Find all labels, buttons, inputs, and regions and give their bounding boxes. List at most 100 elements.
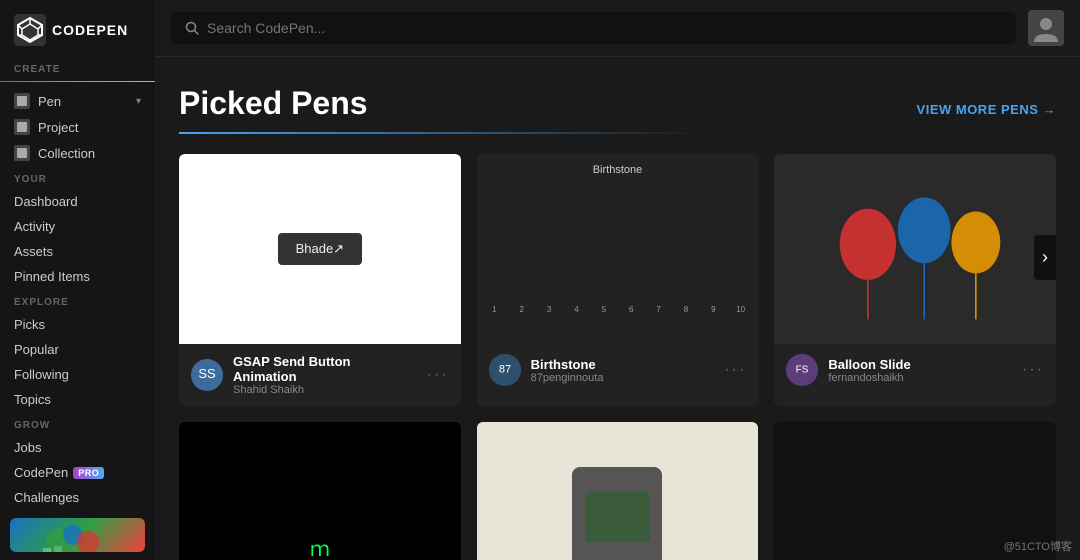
svg-text:87: 87	[499, 364, 511, 376]
pen-preview-balloon	[774, 154, 1056, 344]
pen-title-gsap: GSAP Send Button Animation	[233, 354, 417, 384]
chart-bar-item: 2	[510, 303, 533, 314]
gsap-btn-label: Bhade↗	[296, 241, 344, 256]
sidebar-promo-banner[interactable]	[10, 518, 145, 552]
sidebar-item-collection[interactable]: Collection	[0, 140, 155, 166]
sidebar-item-jobs[interactable]: Jobs	[0, 435, 155, 460]
chart-bars: 1 2 3 4 5 6 7 8 9 10	[483, 184, 753, 314]
sidebar-item-project[interactable]: Project	[0, 114, 155, 140]
create-section-label: CREATE	[0, 56, 155, 79]
pens-grid-row2: ｍ CD Matrix coder ···	[179, 422, 1056, 560]
pen-card-tv[interactable]: DG Retro TV designer ···	[477, 422, 759, 560]
your-section-label: YOUR	[0, 166, 155, 189]
sidebar-item-dashboard[interactable]: Dashboard	[0, 189, 155, 214]
search-bar[interactable]	[171, 12, 1016, 44]
sidebar-item-following[interactable]: Following	[0, 362, 155, 387]
pen-meta-balloon: Balloon Slide fernandoshaikh	[828, 357, 1012, 384]
sidebar-item-assets[interactable]: Assets	[0, 239, 155, 264]
chart-bar-label: 4	[574, 305, 578, 314]
pen-avatar-gsap: SS	[191, 359, 223, 391]
search-input[interactable]	[207, 20, 1002, 36]
page-body: Picked Pens VIEW MORE PENS → Bhade↗ SS	[155, 57, 1080, 560]
sidebar-item-challenges-label: Challenges	[14, 490, 79, 505]
pen-more-button-gsap[interactable]: ···	[427, 366, 449, 384]
pen-more-button-balloon[interactable]: ···	[1022, 361, 1044, 379]
main-content: Picked Pens VIEW MORE PENS → Bhade↗ SS	[155, 0, 1080, 560]
chart-bar-label: 9	[711, 305, 715, 314]
pen-more-button-birthstone[interactable]: ···	[724, 361, 746, 379]
tv-body	[572, 467, 662, 560]
pen-preview-gsap: Bhade↗	[179, 154, 461, 344]
sidebar-item-project-label: Project	[38, 120, 78, 135]
grow-section-label: GROW	[0, 412, 155, 435]
pen-card-empty	[774, 422, 1056, 560]
next-arrow-button[interactable]: ›	[1034, 235, 1056, 280]
sidebar-item-topics[interactable]: Topics	[0, 387, 155, 412]
pen-meta-birthstone: Birthstone 87penginnouta	[531, 357, 715, 384]
sidebar-item-picks[interactable]: Picks	[0, 312, 155, 337]
pen-card-matrix[interactable]: ｍ CD Matrix coder ···	[179, 422, 461, 560]
view-more-link[interactable]: VIEW MORE PENS →	[917, 102, 1056, 117]
sidebar-item-pinned[interactable]: Pinned Items	[0, 264, 155, 289]
pen-info-birthstone: 87 Birthstone 87penginnouta ···	[477, 344, 759, 396]
pen-icon	[14, 93, 30, 109]
section-header: Picked Pens VIEW MORE PENS →	[179, 85, 1056, 122]
chart-bar-item: 6	[620, 303, 643, 314]
user-avatar[interactable]	[1028, 10, 1064, 46]
chart-title: Birthstone	[593, 164, 643, 176]
sidebar-item-collection-label: Collection	[38, 146, 95, 161]
chart-bar-label: 10	[736, 305, 745, 314]
pen-avatar-birthstone: 87	[489, 354, 521, 386]
pen-chevron-icon: ▾	[136, 96, 141, 107]
pen-card-balloon[interactable]: FS Balloon Slide fernandoshaikh ··· ›	[774, 154, 1056, 406]
chart-bar-label: 6	[629, 305, 633, 314]
svg-text:FS: FS	[796, 365, 809, 376]
pen-preview-matrix: ｍ	[179, 422, 461, 560]
pro-badge: PRO	[73, 467, 104, 479]
chart-bar-label: 2	[519, 305, 523, 314]
sidebar-item-activity-label: Activity	[14, 219, 55, 234]
pen-card-birthstone[interactable]: Birthstone 1 2 3 4 5 6 7 8 9 10 87 Birthstone 87p…	[477, 154, 759, 406]
chart-bar-item: 5	[592, 303, 615, 314]
pen-title-birthstone: Birthstone	[531, 357, 715, 372]
pen-info-gsap: SS GSAP Send Button Animation Shahid Sha…	[179, 344, 461, 406]
pen-card-gsap[interactable]: Bhade↗ SS GSAP Send Button Animation Sha…	[179, 154, 461, 406]
chart-bar-label: 1	[492, 305, 496, 314]
create-divider	[0, 81, 155, 82]
logo-area[interactable]: CODEPEN	[0, 0, 155, 56]
pen-author-gsap: Shahid Shaikh	[233, 384, 417, 396]
gsap-preview-content: Bhade↗	[179, 154, 461, 344]
chart-bar-label: 7	[656, 305, 660, 314]
logo-text: CODEPEN	[52, 22, 128, 38]
chart-bar-label: 3	[547, 305, 551, 314]
pen-author-birthstone: 87penginnouta	[531, 372, 715, 384]
sidebar-item-codepen-label: CodePen	[14, 465, 68, 480]
sidebar-item-dashboard-label: Dashboard	[14, 194, 78, 209]
chart-bar-label: 8	[684, 305, 688, 314]
sidebar-item-pen-label: Pen	[38, 94, 61, 109]
sidebar-item-popular-label: Popular	[14, 342, 59, 357]
balloon-svg	[774, 154, 1056, 344]
pen-title-balloon: Balloon Slide	[828, 357, 1012, 372]
sidebar-item-challenges[interactable]: Challenges	[0, 485, 155, 510]
svg-text:SS: SS	[198, 366, 216, 381]
sidebar-item-topics-label: Topics	[14, 392, 51, 407]
sidebar-item-jobs-label: Jobs	[14, 440, 41, 455]
chart-bar-item: 8	[674, 303, 697, 314]
sidebar: CODEPEN CREATE Pen ▾ Project Collection …	[0, 0, 155, 560]
sidebar-item-activity[interactable]: Activity	[0, 214, 155, 239]
chart-bar-item: 4	[565, 303, 588, 314]
pen-preview-empty	[774, 448, 1056, 560]
sidebar-item-assets-label: Assets	[14, 244, 53, 259]
topbar	[155, 0, 1080, 57]
codepen-logo-icon	[14, 14, 46, 46]
sidebar-item-popular[interactable]: Popular	[0, 337, 155, 362]
birthstone-chart: Birthstone 1 2 3 4 5 6 7 8 9 10	[477, 154, 759, 344]
sidebar-item-codepen-pro[interactable]: CodePen PRO	[0, 460, 155, 485]
pen-author-balloon: fernandoshaikh	[828, 372, 1012, 384]
explore-section-label: EXPLORE	[0, 289, 155, 312]
sidebar-item-pen[interactable]: Pen ▾	[0, 88, 155, 114]
sidebar-item-pinned-label: Pinned Items	[14, 269, 90, 284]
chart-bar-item: 10	[729, 303, 752, 314]
collection-icon	[14, 145, 30, 161]
